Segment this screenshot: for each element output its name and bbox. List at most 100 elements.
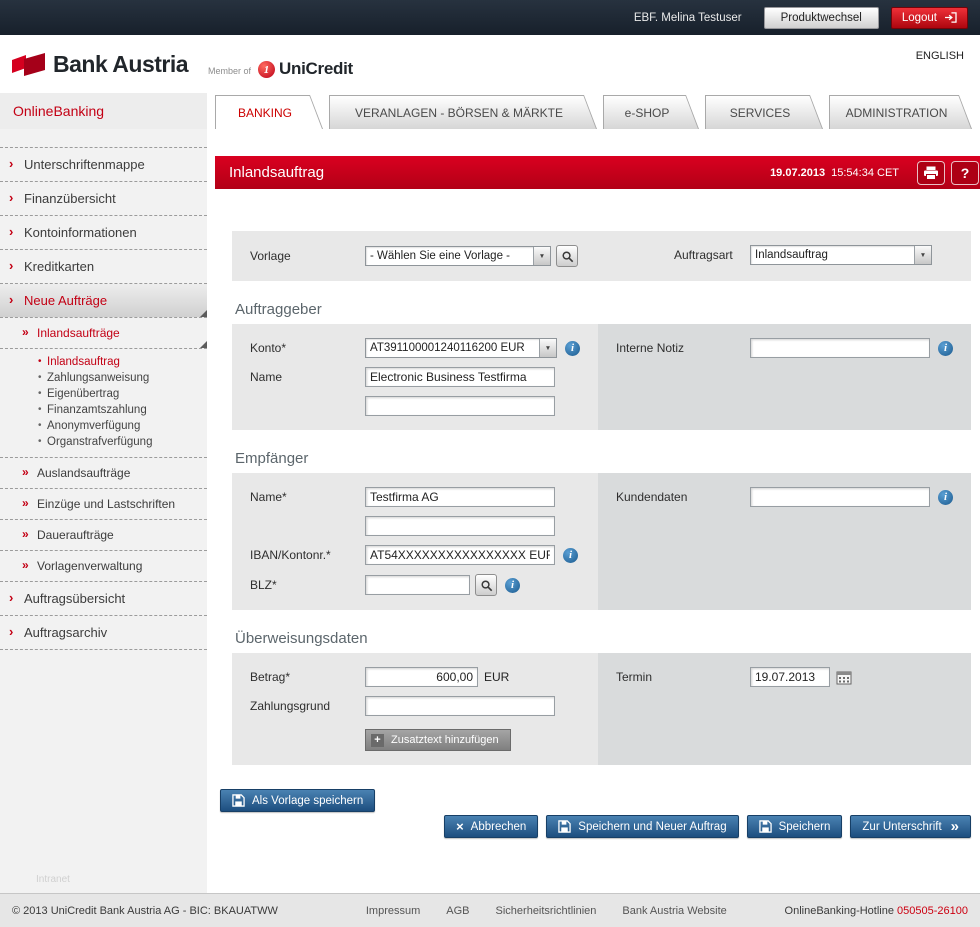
search-icon: [561, 250, 574, 263]
print-button[interactable]: [917, 161, 945, 185]
empfaenger-name-input[interactable]: [365, 487, 555, 507]
blz-input[interactable]: [365, 575, 470, 595]
auftraggeber-heading: Auftraggeber: [235, 301, 980, 318]
zur-unterschrift-button[interactable]: Zur Unterschrift »: [850, 815, 971, 838]
zahlungsgrund-input[interactable]: [365, 696, 555, 716]
currency-label: EUR: [484, 670, 509, 684]
empfaenger-heading: Empfänger: [235, 450, 980, 467]
sidebar-item-auftragsarchiv[interactable]: › Auftragsarchiv: [0, 616, 207, 650]
kundendaten-input[interactable]: [750, 487, 930, 507]
footer-link-agb[interactable]: AGB: [446, 905, 469, 917]
vorlage-label: Vorlage: [250, 249, 365, 263]
form-actions: × Abbrechen Speichern und Neuer Auftrag: [232, 815, 971, 838]
logout-label: Logout: [902, 12, 937, 24]
footer: © 2013 UniCredit Bank Austria AG - BIC: …: [0, 893, 980, 927]
sidebar-item-dauerauftraege[interactable]: » Daueraufträge: [0, 520, 207, 551]
double-chevron-icon: »: [22, 527, 29, 541]
footer-link-impressum[interactable]: Impressum: [366, 905, 420, 917]
page-title-bar: Inlandsauftrag 19.07.2013 15:54:34 CET ?: [215, 156, 980, 189]
hotline-number: 050505-26100: [897, 905, 968, 917]
save-icon: [558, 820, 571, 833]
bullet-icon: •: [38, 404, 42, 415]
dropdown-arrow-icon: ▼: [539, 339, 556, 357]
interne-notiz-info-icon[interactable]: i: [938, 341, 953, 356]
sidebar-item-eigenuebertrag[interactable]: • Eigenübertrag: [0, 386, 207, 402]
betrag-label: Betrag*: [250, 670, 365, 684]
dropdown-arrow-icon: ▼: [533, 247, 550, 265]
produktwechsel-button[interactable]: Produktwechsel: [764, 7, 879, 29]
interne-notiz-input[interactable]: [750, 338, 930, 358]
sidebar-item-finanzamtszahlung[interactable]: • Finanzamtszahlung: [0, 402, 207, 418]
tab-veranlagen[interactable]: VERANLAGEN - BÖRSEN & MÄRKTE: [329, 95, 597, 129]
calendar-icon: [836, 670, 852, 685]
blz-label: BLZ*: [250, 578, 365, 592]
ueberweisungsdaten-heading: Überweisungsdaten: [235, 630, 980, 647]
auftragsart-label: Auftragsart: [616, 248, 750, 262]
onlinebanking-home-link[interactable]: OnlineBanking: [0, 93, 207, 129]
help-button[interactable]: ?: [951, 161, 979, 185]
sidebar-item-vorlagenverwaltung[interactable]: » Vorlagenverwaltung: [0, 551, 207, 582]
unicredit-wordmark: UniCredit: [279, 59, 353, 79]
sidebar-item-kontoinformationen[interactable]: › Kontoinformationen: [0, 216, 207, 250]
abbrechen-button[interactable]: × Abbrechen: [444, 815, 538, 838]
watermark-text: Intranet: [36, 874, 70, 885]
speichern-und-neuer-auftrag-button[interactable]: Speichern und Neuer Auftrag: [546, 815, 738, 838]
termin-input[interactable]: [750, 667, 830, 687]
logout-button[interactable]: Logout: [891, 7, 968, 29]
double-chevron-icon: »: [22, 496, 29, 510]
empfaenger-name2-input[interactable]: [365, 516, 555, 536]
sidebar-item-unterschriftenmappe[interactable]: › Unterschriftenmappe: [0, 147, 207, 182]
iban-input[interactable]: [365, 545, 555, 565]
sidebar-item-auftragsuebersicht[interactable]: › Auftragsübersicht: [0, 582, 207, 616]
sidebar-item-neue-auftraege[interactable]: › Neue Aufträge: [0, 284, 207, 318]
produktwechsel-label: Produktwechsel: [781, 12, 862, 24]
als-vorlage-speichern-button[interactable]: Als Vorlage speichern: [220, 789, 375, 812]
header: Bank Austria Member of 1 UniCredit ENGLI…: [0, 35, 980, 93]
konto-select[interactable]: AT391100001240116200 EUR ▼: [365, 338, 557, 358]
sidebar-item-kreditkarten[interactable]: › Kreditkarten: [0, 250, 207, 284]
betrag-input[interactable]: [365, 667, 478, 687]
footer-link-bank-austria-website[interactable]: Bank Austria Website: [622, 905, 726, 917]
blz-search-button[interactable]: [475, 574, 497, 596]
sidebar-item-organstrafverfuegung[interactable]: • Organstrafverfügung: [0, 434, 207, 450]
tab-services[interactable]: SERVICES: [705, 95, 823, 129]
sidebar-item-finanzuebersicht[interactable]: › Finanzübersicht: [0, 182, 207, 216]
content: › Unterschriftenmappe › Finanzübersicht …: [0, 129, 980, 893]
zusatztext-button[interactable]: + Zusatztext hinzufügen: [365, 729, 511, 751]
sidebar-item-inlandsauftraege[interactable]: » Inlandsaufträge: [0, 318, 207, 349]
auftraggeber-name2-input[interactable]: [365, 396, 555, 416]
auftraggeber-box: Konto* AT391100001240116200 EUR ▼ i Name: [232, 324, 971, 430]
chevron-icon: ›: [9, 590, 13, 605]
printer-icon: [923, 166, 939, 180]
vorlage-search-button[interactable]: [556, 245, 578, 267]
blz-info-icon[interactable]: i: [505, 578, 520, 593]
sidebar-item-zahlungsanweisung[interactable]: • Zahlungsanweisung: [0, 370, 207, 386]
calendar-button[interactable]: [836, 670, 852, 685]
tab-administration[interactable]: ADMINISTRATION: [829, 95, 972, 129]
language-switch-link[interactable]: ENGLISH: [916, 50, 964, 62]
main-tabs: BANKING VERANLAGEN - BÖRSEN & MÄRKTE e-S…: [207, 93, 972, 129]
kundendaten-info-icon[interactable]: i: [938, 490, 953, 505]
sidebar-item-auslandsauftraege[interactable]: » Auslandsaufträge: [0, 458, 207, 489]
empfaenger-name-label: Name*: [250, 490, 365, 504]
auftragsart-select[interactable]: Inlandsauftrag ▼: [750, 245, 932, 265]
tab-banking[interactable]: BANKING: [215, 95, 323, 129]
current-date: 19.07.2013: [770, 167, 825, 179]
speichern-button[interactable]: Speichern: [747, 815, 843, 838]
auftraggeber-name-label: Name: [250, 370, 365, 384]
bullet-icon: •: [38, 372, 42, 383]
auftraggeber-name-input[interactable]: [365, 367, 555, 387]
hotline: OnlineBanking-Hotline 050505-26100: [785, 905, 968, 917]
vorlage-box: Vorlage - Wählen Sie eine Vorlage - ▼: [232, 231, 971, 281]
sidebar-item-einzuege-lastschriften[interactable]: » Einzüge und Lastschriften: [0, 489, 207, 520]
sidebar-item-inlandsauftrag[interactable]: • Inlandsauftrag: [0, 354, 207, 370]
sidebar-item-anonymverfuegung[interactable]: • Anonymverfügung: [0, 418, 207, 434]
iban-info-icon[interactable]: i: [563, 548, 578, 563]
tab-eshop[interactable]: e-SHOP: [603, 95, 699, 129]
konto-info-icon[interactable]: i: [565, 341, 580, 356]
footer-links: Impressum AGB Sicherheitsrichtlinien Ban…: [366, 905, 727, 917]
bullet-icon: •: [38, 388, 42, 399]
save-icon: [759, 820, 772, 833]
footer-link-sicherheitsrichtlinien[interactable]: Sicherheitsrichtlinien: [496, 905, 597, 917]
vorlage-select[interactable]: - Wählen Sie eine Vorlage - ▼: [365, 246, 551, 266]
